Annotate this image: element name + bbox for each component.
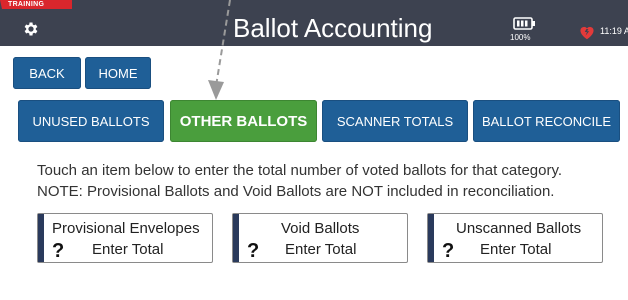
button-accent-bar — [38, 214, 44, 262]
training-label: TRAINING — [8, 1, 45, 8]
button-accent-bar — [428, 214, 434, 262]
provisional-envelopes-button[interactable]: Provisional Envelopes ? Enter Total — [37, 213, 213, 263]
category-name: Unscanned Ballots — [456, 220, 582, 237]
instructions: Touch an item below to enter the total n… — [37, 160, 617, 202]
category-name: Void Ballots — [281, 220, 360, 237]
category-action: Enter Total — [285, 241, 357, 258]
home-button[interactable]: HOME — [85, 57, 151, 89]
category-action: Enter Total — [480, 241, 552, 258]
battery-level: 100% — [510, 33, 531, 42]
category-count: ? — [247, 240, 260, 262]
tab-other-ballots[interactable]: OTHER BALLOTS — [170, 100, 317, 142]
category-name: Provisional Envelopes — [52, 220, 200, 237]
clock: 11:19 AM — [600, 26, 628, 36]
gear-icon[interactable] — [22, 20, 40, 38]
tab-ballot-reconcile[interactable]: BALLOT RECONCILE — [473, 100, 620, 142]
instructions-line-1: Touch an item below to enter the total n… — [37, 162, 563, 179]
training-badge: TRAINING — [0, 0, 72, 14]
unscanned-ballots-button[interactable]: Unscanned Ballots ? Enter Total — [427, 213, 603, 263]
back-button[interactable]: BACK — [13, 57, 81, 89]
callout-arrow — [208, 0, 231, 100]
tab-scanner-totals[interactable]: SCANNER TOTALS — [322, 100, 468, 142]
top-bar: TRAINING Ballot Accounting 100% 11:19 AM — [0, 0, 628, 46]
tab-unused-ballots[interactable]: UNUSED BALLOTS — [18, 100, 164, 142]
button-accent-bar — [233, 214, 239, 262]
category-count: ? — [52, 240, 65, 262]
heart-icon — [578, 24, 596, 40]
instructions-line-2: NOTE: Provisional Ballots and Void Ballo… — [37, 183, 555, 200]
void-ballots-button[interactable]: Void Ballots ? Enter Total — [232, 213, 408, 263]
page-title: Ballot Accounting — [233, 13, 433, 43]
category-count: ? — [442, 240, 455, 262]
category-action: Enter Total — [92, 241, 164, 258]
